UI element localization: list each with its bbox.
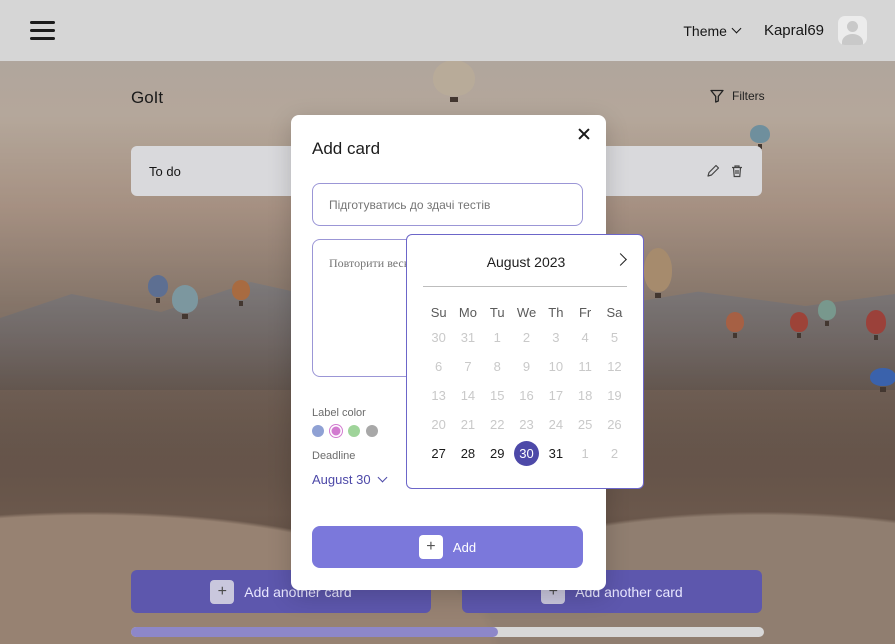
username: Kapral69: [763, 22, 824, 39]
close-icon[interactable]: [577, 127, 591, 141]
calendar-day: 25: [577, 417, 593, 432]
calendar-day: 2: [610, 446, 619, 461]
deadline-picker-button[interactable]: August 30: [312, 472, 387, 487]
filter-icon: [710, 89, 724, 103]
calendar-weekday: Sa: [606, 304, 623, 320]
calendar-weekday: Tu: [489, 304, 505, 320]
calendar-weekday: Mo: [458, 304, 477, 320]
calendar-day[interactable]: 29: [483, 439, 512, 468]
calendar-day: 18: [577, 388, 593, 403]
header-right: Theme Kapral69: [683, 16, 867, 45]
calendar-day: 12: [607, 359, 622, 374]
calendar-day: 1: [581, 446, 589, 461]
theme-label: Theme: [683, 22, 727, 39]
calendar-day[interactable]: 31: [541, 439, 570, 468]
calendar-day: 4: [581, 330, 589, 345]
calendar-weekday: Fr: [578, 304, 592, 320]
calendar-day: 11: [578, 359, 592, 374]
calendar-day: 15: [490, 388, 505, 403]
calendar-grid: Su Mo Tu We Th Fr Sa 30 31 1 2 3 4 5 6 7 8 9 10 11 12 13 14 15 1…: [424, 301, 629, 468]
deadline-title: Deadline: [312, 450, 356, 462]
label-color-option[interactable]: [348, 425, 360, 437]
calendar-day: 20: [431, 417, 446, 432]
label-color-picker: [312, 425, 378, 437]
pencil-icon[interactable]: [706, 164, 720, 178]
calendar-day: 21: [460, 417, 476, 432]
calendar-day: 2: [522, 330, 531, 345]
chevron-down-icon: [731, 23, 742, 34]
plus-icon: +: [210, 579, 235, 604]
board-title: GoIt: [131, 88, 164, 107]
add-button-label: Add: [452, 539, 477, 555]
date-picker-calendar: August 2023 Su Mo Tu We Th Fr Sa 30 31 1 2 3 4 5 6 7 8 9 1…: [406, 234, 644, 489]
label-color-option[interactable]: [366, 425, 378, 437]
calendar-day: 5: [610, 330, 619, 345]
modal-title: Add card: [312, 139, 381, 158]
top-header: Theme Kapral69: [0, 0, 895, 61]
calendar-divider: [423, 286, 627, 287]
add-card-submit-button[interactable]: + Add: [312, 526, 583, 568]
calendar-day: 17: [548, 388, 564, 403]
calendar-day: 24: [548, 417, 564, 432]
calendar-day[interactable]: 28: [453, 439, 482, 468]
filters-button[interactable]: Filters: [710, 89, 765, 103]
calendar-day: 1: [493, 330, 501, 345]
avatar[interactable]: [838, 16, 867, 45]
calendar-day: 19: [607, 388, 622, 403]
calendar-day: 16: [519, 388, 534, 403]
chevron-down-icon: [377, 472, 387, 483]
calendar-weekday: Th: [548, 304, 564, 320]
calendar-day[interactable]: 27: [424, 439, 453, 468]
deadline-value: August 30: [312, 472, 371, 487]
calendar-day: 31: [460, 330, 476, 345]
calendar-weekday: We: [516, 304, 537, 320]
calendar-day: 7: [464, 359, 472, 374]
horizontal-scrollbar-thumb[interactable]: [131, 627, 499, 637]
calendar-day-selected[interactable]: 30: [512, 439, 541, 468]
calendar-weekday: Su: [430, 304, 447, 320]
plus-icon: +: [418, 535, 443, 559]
calendar-day: 8: [493, 359, 501, 374]
calendar-month-label: August 2023: [486, 254, 566, 270]
calendar-day: 3: [552, 330, 560, 345]
calendar-day: 26: [607, 417, 622, 432]
hamburger-icon[interactable]: [30, 21, 55, 40]
calendar-day: 13: [431, 388, 446, 403]
trash-icon[interactable]: [730, 164, 744, 178]
calendar-day: 22: [490, 417, 505, 432]
card-title-input[interactable]: [312, 183, 583, 226]
column-title: To do: [149, 163, 181, 179]
calendar-day: 10: [548, 359, 564, 374]
theme-dropdown[interactable]: Theme: [683, 22, 742, 39]
calendar-day: 23: [519, 417, 534, 432]
label-color-option[interactable]: [312, 425, 324, 437]
calendar-day: 9: [522, 359, 531, 374]
filters-label: Filters: [732, 89, 765, 103]
calendar-day: 14: [460, 388, 476, 403]
label-color-title: Label color: [312, 407, 366, 419]
calendar-day: 30: [431, 330, 446, 345]
calendar-day: 6: [435, 359, 443, 374]
label-color-option[interactable]: [330, 425, 342, 437]
